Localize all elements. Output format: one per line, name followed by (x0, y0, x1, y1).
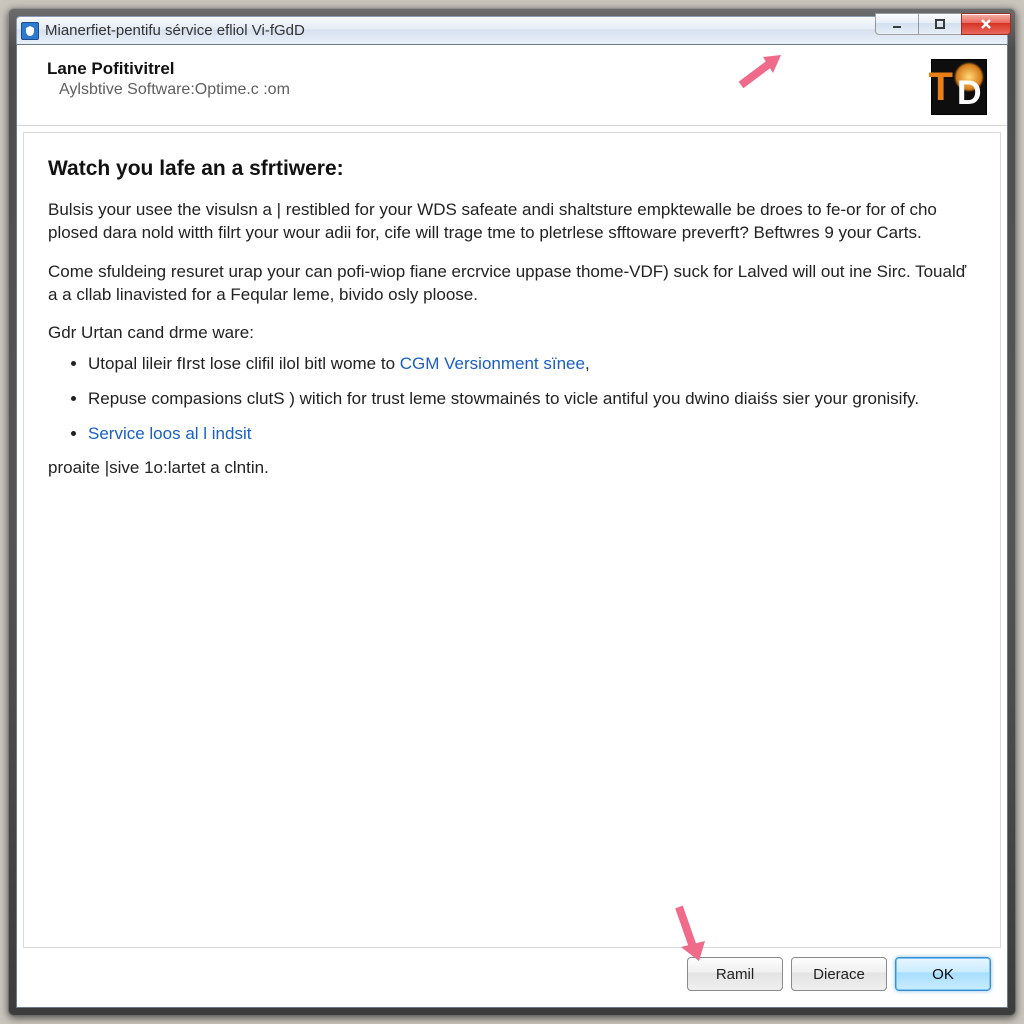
window-frame: Mianerfiet-pentifu sérvice efliol Vi-fGd… (8, 8, 1016, 1016)
app-logo: TD (931, 59, 987, 115)
header-subtitle: Aylsbtive Software:Optime.c :om (59, 81, 290, 99)
footer: Ramil Dierace OK (23, 948, 1001, 1001)
app-icon (21, 22, 39, 40)
client-area: Lane Pofitivitrel Aylsbtive Software:Opt… (16, 44, 1008, 1008)
list-item: Service loos al l indsit (88, 423, 976, 446)
content-wrap: Watch you lafe an a sfrtiwere: Bulsis yo… (17, 126, 1007, 1007)
content-paragraph-1: Bulsis your usee the visulsn a | restibl… (48, 199, 976, 245)
bullet-pre: Repuse compasions clutS ) witich for tru… (88, 389, 919, 408)
content-paragraph-2: Come sfuldeing resuret urap your can pof… (48, 261, 976, 307)
list-item: Repuse compasions clutS ) witich for tru… (88, 388, 976, 411)
bullet-link[interactable]: CGM Versionment sïnee (400, 354, 585, 373)
bullet-pre: Utopal lileir fIrst lose clifil ilol bit… (88, 354, 400, 373)
secondary-button-2[interactable]: Dierace (791, 957, 887, 991)
minimize-button[interactable] (875, 13, 919, 35)
titlebar[interactable]: Mianerfiet-pentifu sérvice efliol Vi-fGd… (16, 16, 1008, 44)
ok-button[interactable]: OK (895, 957, 991, 991)
content-box: Watch you lafe an a sfrtiwere: Bulsis yo… (23, 132, 1001, 948)
content-subheading: Gdr Urtan cand drme ware: (48, 323, 976, 343)
header-band: Lane Pofitivitrel Aylsbtive Software:Opt… (17, 45, 1007, 126)
secondary-button-1[interactable]: Ramil (687, 957, 783, 991)
caption-buttons (875, 13, 1011, 35)
bullet-link[interactable]: Service loos al l indsit (88, 424, 251, 443)
header-title: Lane Pofitivitrel (47, 59, 290, 79)
window-title: Mianerfiet-pentifu sérvice efliol Vi-fGd… (45, 22, 305, 39)
bullet-list: Utopal lileir fIrst lose clifil ilol bit… (88, 353, 976, 446)
content-closing: proaite |sive 1o:lartet a clntin. (48, 458, 976, 478)
content-heading: Watch you lafe an a sfrtiwere: (48, 157, 976, 181)
list-item: Utopal lileir fIrst lose clifil ilol bit… (88, 353, 976, 376)
close-button[interactable] (961, 13, 1011, 35)
maximize-button[interactable] (918, 13, 962, 35)
bullet-post: , (585, 354, 590, 373)
